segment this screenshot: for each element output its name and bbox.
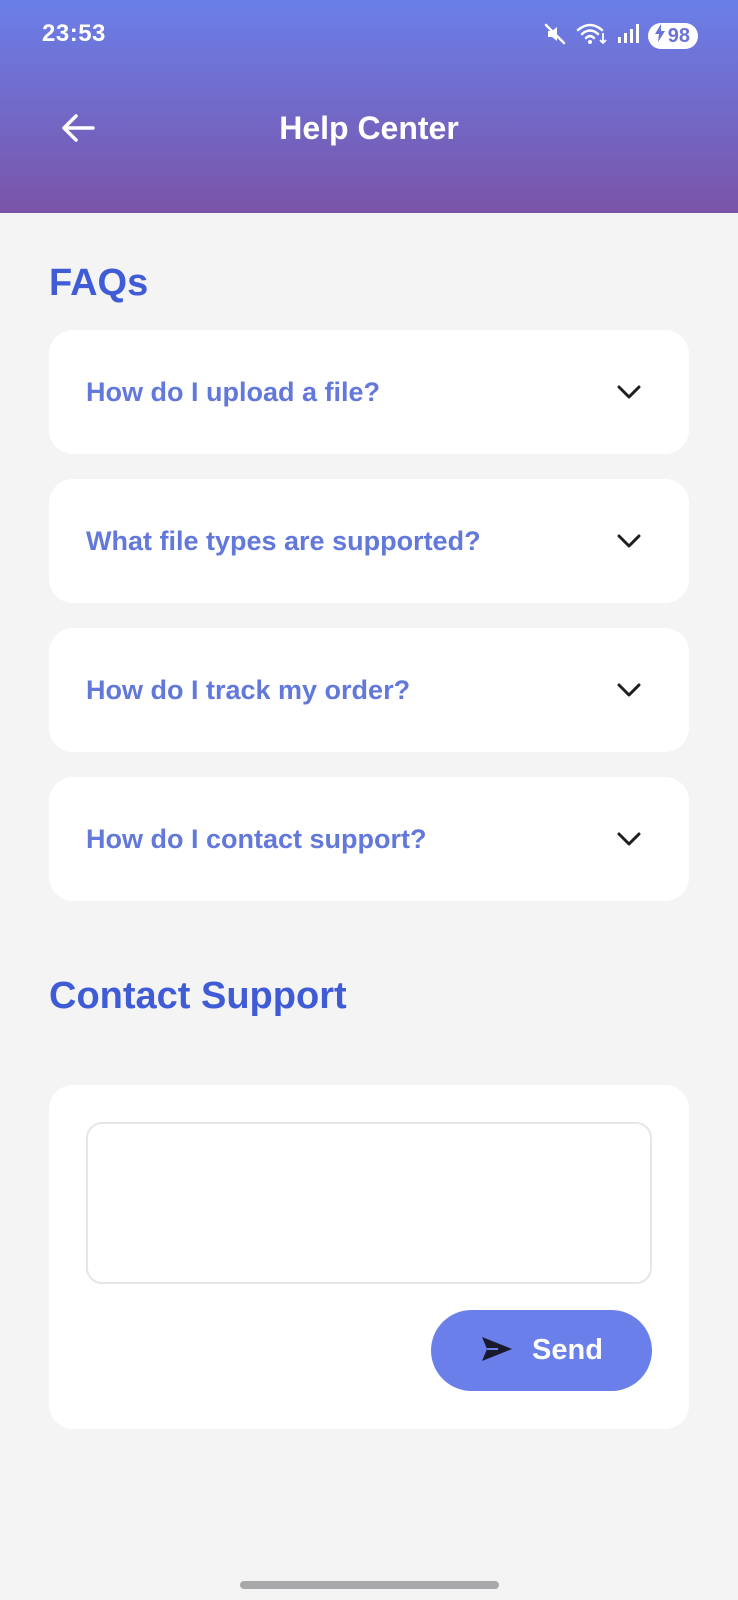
- signal-icon: [616, 21, 640, 52]
- send-button[interactable]: Send: [431, 1310, 652, 1391]
- home-indicator[interactable]: [240, 1581, 499, 1589]
- status-time: 23:53: [42, 20, 106, 47]
- page-title: Help Center: [279, 110, 459, 146]
- contact-support-heading: Contact Support: [49, 975, 347, 1017]
- send-label: Send: [532, 1334, 603, 1366]
- faq-question: What file types are supported?: [86, 526, 481, 556]
- message-input[interactable]: [86, 1122, 652, 1284]
- header: 23:53 98 Help Center: [0, 0, 738, 213]
- mute-icon: [542, 21, 568, 52]
- chevron-down-icon: [615, 678, 643, 702]
- contact-support-card: Send: [49, 1085, 689, 1429]
- status-icons: 98: [542, 22, 698, 50]
- status-bar: 23:53 98: [0, 0, 738, 72]
- faq-item-file-types[interactable]: What file types are supported?: [49, 479, 689, 603]
- faq-question: How do I track my order?: [86, 675, 411, 705]
- faq-item-upload[interactable]: How do I upload a file?: [49, 330, 689, 454]
- chevron-down-icon: [615, 529, 643, 553]
- app-bar: Help Center: [0, 90, 738, 170]
- faq-question: How do I upload a file?: [86, 377, 380, 407]
- send-icon: [480, 1335, 514, 1366]
- battery-level: 98: [667, 24, 690, 47]
- faq-item-contact-support[interactable]: How do I contact support?: [49, 777, 689, 901]
- faqs-heading: FAQs: [49, 262, 149, 304]
- battery-indicator: 98: [647, 23, 698, 49]
- wifi-icon: [576, 21, 608, 52]
- faq-question: How do I contact support?: [86, 824, 427, 854]
- chevron-down-icon: [615, 380, 643, 404]
- chevron-down-icon: [615, 827, 643, 851]
- faq-item-track-order[interactable]: How do I track my order?: [49, 628, 689, 752]
- battery-charging-icon: [654, 24, 666, 48]
